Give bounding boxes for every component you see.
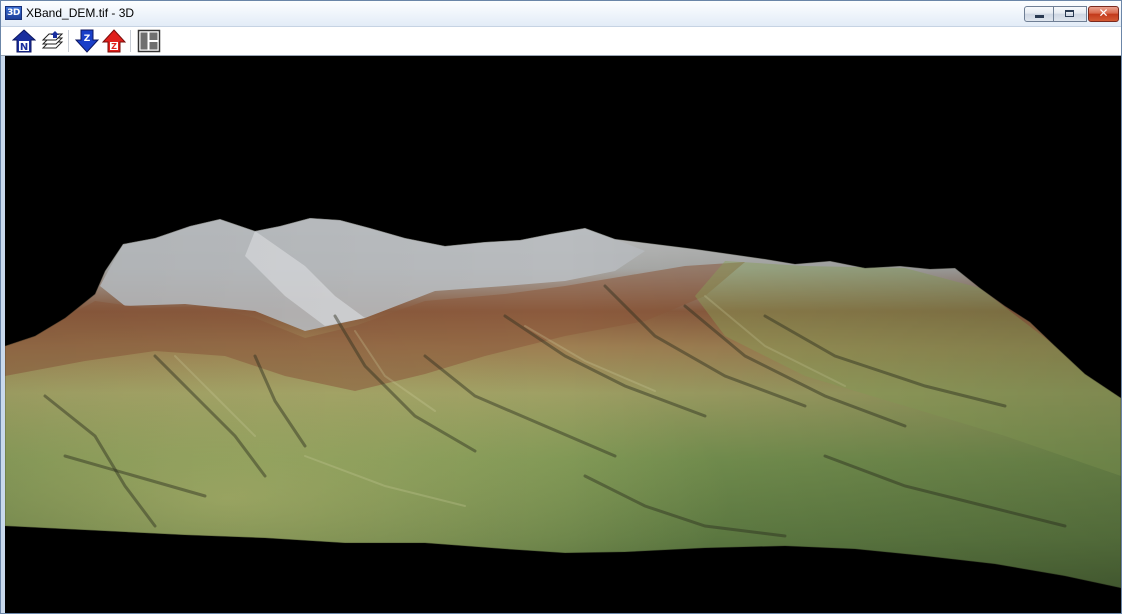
title-bar[interactable]: 3D XBand_DEM.tif - 3D ✕ (1, 1, 1121, 27)
layers-icon (41, 31, 64, 49)
panels-icon (137, 29, 161, 53)
terrain-surface (5, 56, 1121, 613)
toolbar-separator (68, 30, 69, 52)
north-up-icon: N (12, 29, 36, 53)
layout-panels-button[interactable] (137, 29, 161, 53)
z-up-letter: Z (111, 42, 117, 51)
terrain-3d-window: 3D XBand_DEM.tif - 3D ✕ N Z Z (0, 0, 1122, 614)
app-3d-icon: 3D (5, 6, 22, 20)
z-up-arrow-icon: Z (102, 29, 126, 53)
z-scale-up-button[interactable]: Z (102, 29, 126, 53)
close-icon: ✕ (1098, 6, 1109, 20)
z-down-letter: Z (84, 34, 91, 44)
z-scale-down-button[interactable]: Z (75, 29, 99, 53)
north-up-button[interactable]: N (12, 29, 36, 53)
window-title: XBand_DEM.tif - 3D (26, 6, 135, 20)
3d-terrain-viewport[interactable] (5, 56, 1121, 613)
toolbar: N Z Z (1, 27, 1121, 56)
maximize-icon (1065, 10, 1074, 17)
north-up-letter: N (20, 42, 28, 53)
z-down-arrow-icon: Z (75, 29, 99, 53)
minimize-button[interactable] (1024, 6, 1054, 22)
maximize-button[interactable] (1054, 6, 1087, 22)
minimize-icon (1035, 15, 1044, 18)
toolbar-separator (130, 30, 131, 52)
close-button[interactable]: ✕ (1088, 6, 1119, 22)
layers-button[interactable] (40, 29, 64, 53)
